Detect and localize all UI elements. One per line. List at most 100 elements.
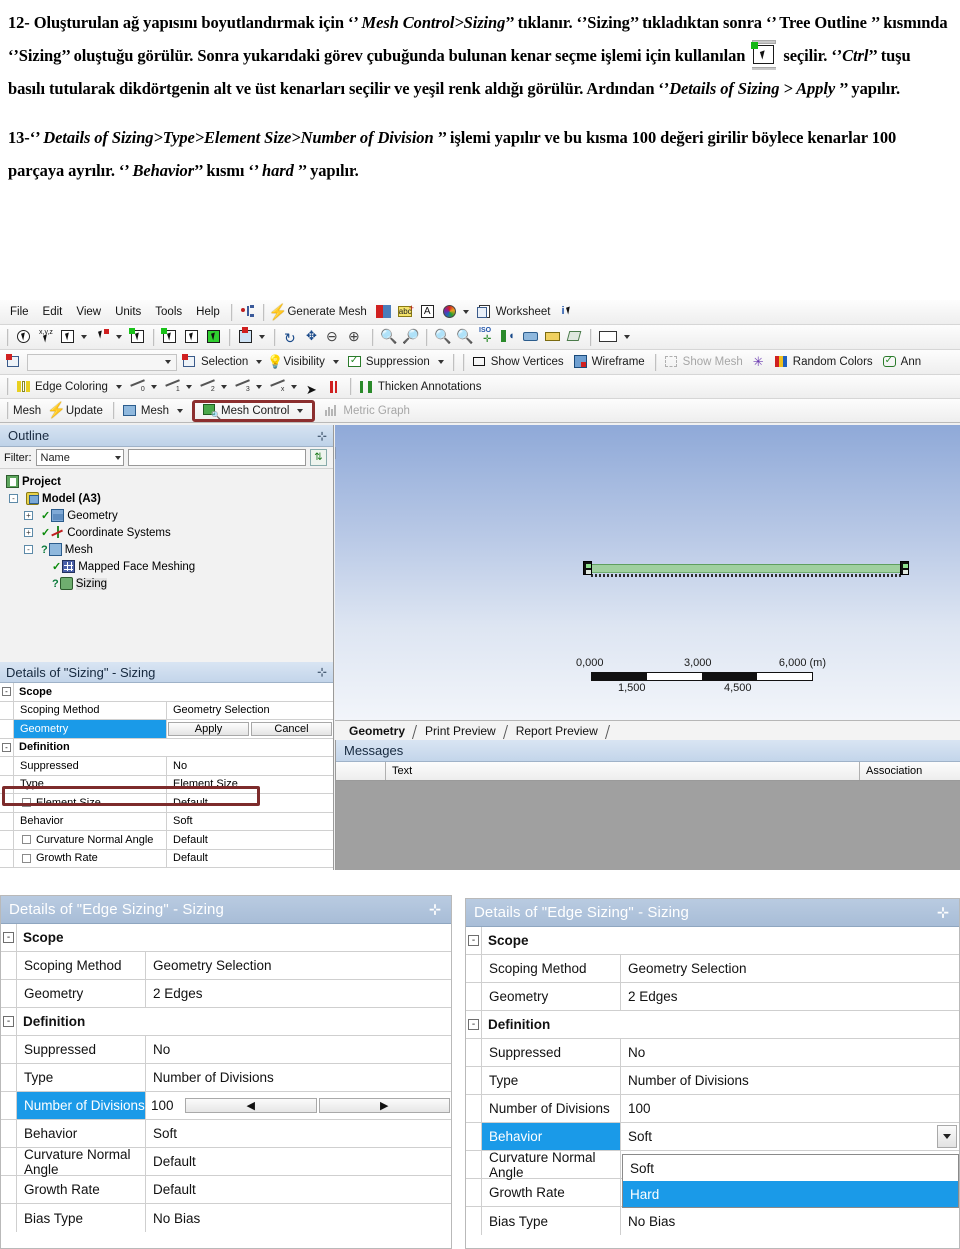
xyz-select-icon[interactable]: x,y,z: [37, 328, 55, 346]
edge-select-toolbar-icon[interactable]: [161, 328, 179, 346]
zoom-to-fit-icon[interactable]: 🔎: [402, 328, 420, 346]
row-behavior[interactable]: Behavior Soft: [1, 1120, 451, 1148]
tree-item-mapped-face-meshing[interactable]: ✓ Mapped Face Meshing: [4, 558, 333, 575]
selection-menu-button[interactable]: Selection: [201, 356, 254, 368]
menu-help[interactable]: Help: [189, 304, 227, 320]
refresh-icon[interactable]: ⇅: [310, 449, 327, 466]
label-select-icon[interactable]: [15, 328, 33, 346]
row-value[interactable]: Element Size: [167, 776, 333, 794]
box-zoom-icon[interactable]: 🔍: [380, 328, 398, 346]
tree-item-sizing[interactable]: ? Sizing: [4, 575, 333, 592]
row-value[interactable]: Geometry Selection: [167, 702, 333, 720]
new-section-plane-icon[interactable]: [375, 303, 393, 321]
mesh-menu-icon[interactable]: [121, 402, 139, 420]
row-bias-type[interactable]: Bias Type No Bias: [1, 1204, 451, 1232]
row-type[interactable]: Type Number of Divisions: [1, 1064, 451, 1092]
metric-graph-icon[interactable]: [323, 402, 341, 420]
row-value[interactable]: Number of Divisions: [621, 1067, 959, 1094]
color-wheel-icon[interactable]: [441, 303, 459, 321]
row-geometry[interactable]: Geometry 2 Edges: [466, 983, 959, 1011]
tree-item-model[interactable]: - Model (A3): [4, 490, 333, 507]
tag-icon[interactable]: [566, 328, 584, 346]
mesh-control-button[interactable]: Mesh Control: [221, 405, 295, 417]
worksheet-icon[interactable]: [476, 303, 494, 321]
mesh-control-chevron-down-icon[interactable]: [297, 408, 304, 413]
row-growth-rate[interactable]: Growth Rate Default: [1, 1176, 451, 1204]
stepper-increment-button[interactable]: ▶: [318, 1098, 450, 1113]
group-expander-scope[interactable]: -: [0, 683, 14, 701]
background-color-icon[interactable]: [598, 328, 620, 346]
edge-thickness-3-chevron-icon[interactable]: [255, 384, 262, 389]
extend-selection-chevron-down-icon[interactable]: [259, 335, 265, 339]
show-vertices-icon[interactable]: [471, 353, 489, 371]
menu-tools[interactable]: Tools: [148, 304, 189, 320]
row-geometry[interactable]: Geometry 2 Edges: [1, 980, 451, 1008]
tree-expander[interactable]: -: [9, 494, 18, 503]
color-wheel-chevron-down-icon[interactable]: [462, 310, 469, 314]
tree-expander[interactable]: +: [24, 528, 33, 537]
row-value[interactable]: Default: [167, 831, 333, 849]
edge-thickness-2-chevron-icon[interactable]: [220, 384, 227, 389]
checkbox[interactable]: [22, 835, 31, 845]
behavior-option-hard[interactable]: Hard: [623, 1181, 958, 1207]
background-chevron-down-icon[interactable]: [624, 335, 630, 339]
apply-button[interactable]: Apply: [168, 721, 249, 736]
tab-print-preview[interactable]: Print Preview: [415, 723, 506, 740]
pan-icon[interactable]: ✥: [304, 328, 322, 346]
row-number-of-divisions[interactable]: Number of Divisions 100 ◀ ▶: [1, 1092, 451, 1120]
zoom-in-icon[interactable]: ⊕: [348, 328, 366, 346]
pin-icon[interactable]: ⊹: [937, 904, 949, 921]
metric-graph-button[interactable]: Metric Graph: [343, 405, 415, 417]
pin-icon[interactable]: ⊹: [429, 901, 441, 918]
random-colors-icon[interactable]: [773, 353, 791, 371]
row-value[interactable]: Default: [167, 850, 333, 868]
selection-chevron-down-icon[interactable]: [256, 360, 263, 364]
row-value[interactable]: Soft: [146, 1120, 451, 1147]
row-value[interactable]: Default: [146, 1148, 451, 1175]
group-expander-scope[interactable]: -: [1, 924, 17, 951]
row-suppressed[interactable]: Suppressed No: [1, 1036, 451, 1064]
edge-thickness-1-chevron-icon[interactable]: [185, 384, 192, 389]
row-value[interactable]: No Bias: [146, 1204, 451, 1232]
connect-points-icon[interactable]: [239, 303, 257, 321]
pick-mode-chevron-down-icon[interactable]: [116, 335, 122, 339]
tree-item-mesh[interactable]: - ? Mesh: [4, 541, 333, 558]
iso-view-icon[interactable]: ISO ✛: [478, 327, 496, 346]
edge-handle-right[interactable]: [900, 561, 909, 575]
pick-mode-icon[interactable]: [94, 328, 112, 346]
row-value[interactable]: 2 Edges: [146, 980, 451, 1007]
magnifier-grey-icon[interactable]: 🔍: [456, 328, 474, 346]
row-type[interactable]: Type Number of Divisions: [466, 1067, 959, 1095]
row-number-of-divisions[interactable]: Number of Divisions 100: [466, 1095, 959, 1123]
visibility-menu-button[interactable]: Visibility: [284, 356, 331, 368]
row-value[interactable]: Default: [146, 1176, 451, 1203]
select-mode-chevron-down-icon[interactable]: [81, 335, 87, 339]
menu-edit[interactable]: Edit: [36, 304, 70, 320]
row-value[interactable]: Default: [167, 794, 333, 812]
behavior-chevron-down-icon[interactable]: [937, 1125, 957, 1148]
tree-item-project[interactable]: Project: [4, 473, 333, 490]
letter-a-icon[interactable]: A: [419, 303, 437, 321]
annotation-button[interactable]: Ann: [901, 356, 927, 368]
group-expander-scope[interactable]: -: [466, 927, 482, 954]
row-curvature-normal-angle[interactable]: Curvature Normal Angle Default: [1, 1147, 451, 1177]
row-value[interactable]: Number of Divisions: [146, 1064, 451, 1091]
edge-direction-icon[interactable]: ✳: [751, 353, 769, 371]
ruler-icon[interactable]: [544, 328, 562, 346]
row-bias-type[interactable]: Bias Type No Bias: [466, 1207, 959, 1235]
details-row-suppressed[interactable]: Suppressed No: [0, 757, 333, 776]
details-row-element-size[interactable]: Element Size Default: [0, 794, 333, 813]
row-scoping-method[interactable]: Scoping Method Geometry Selection: [1, 952, 451, 980]
number-of-divisions-value[interactable]: 100: [146, 1097, 184, 1114]
show-mesh-button[interactable]: Show Mesh: [683, 356, 749, 368]
edge-coloring-button[interactable]: Edge Coloring: [35, 381, 114, 393]
row-value[interactable]: No Bias: [621, 1207, 959, 1235]
group-expander-definition[interactable]: -: [0, 738, 14, 756]
mesh-control-icon[interactable]: 🔍: [201, 402, 221, 420]
behavior-option-soft[interactable]: Soft: [623, 1155, 958, 1181]
row-suppressed[interactable]: Suppressed No: [466, 1039, 959, 1067]
info-cursor-icon[interactable]: i: [559, 303, 577, 321]
tree-expander[interactable]: -: [24, 545, 33, 554]
graphics-viewport[interactable]: 0,000 3,000 6,000 (m) 1,500 4,500: [335, 425, 960, 720]
edge-thickness-2-icon[interactable]: 2: [199, 378, 217, 396]
